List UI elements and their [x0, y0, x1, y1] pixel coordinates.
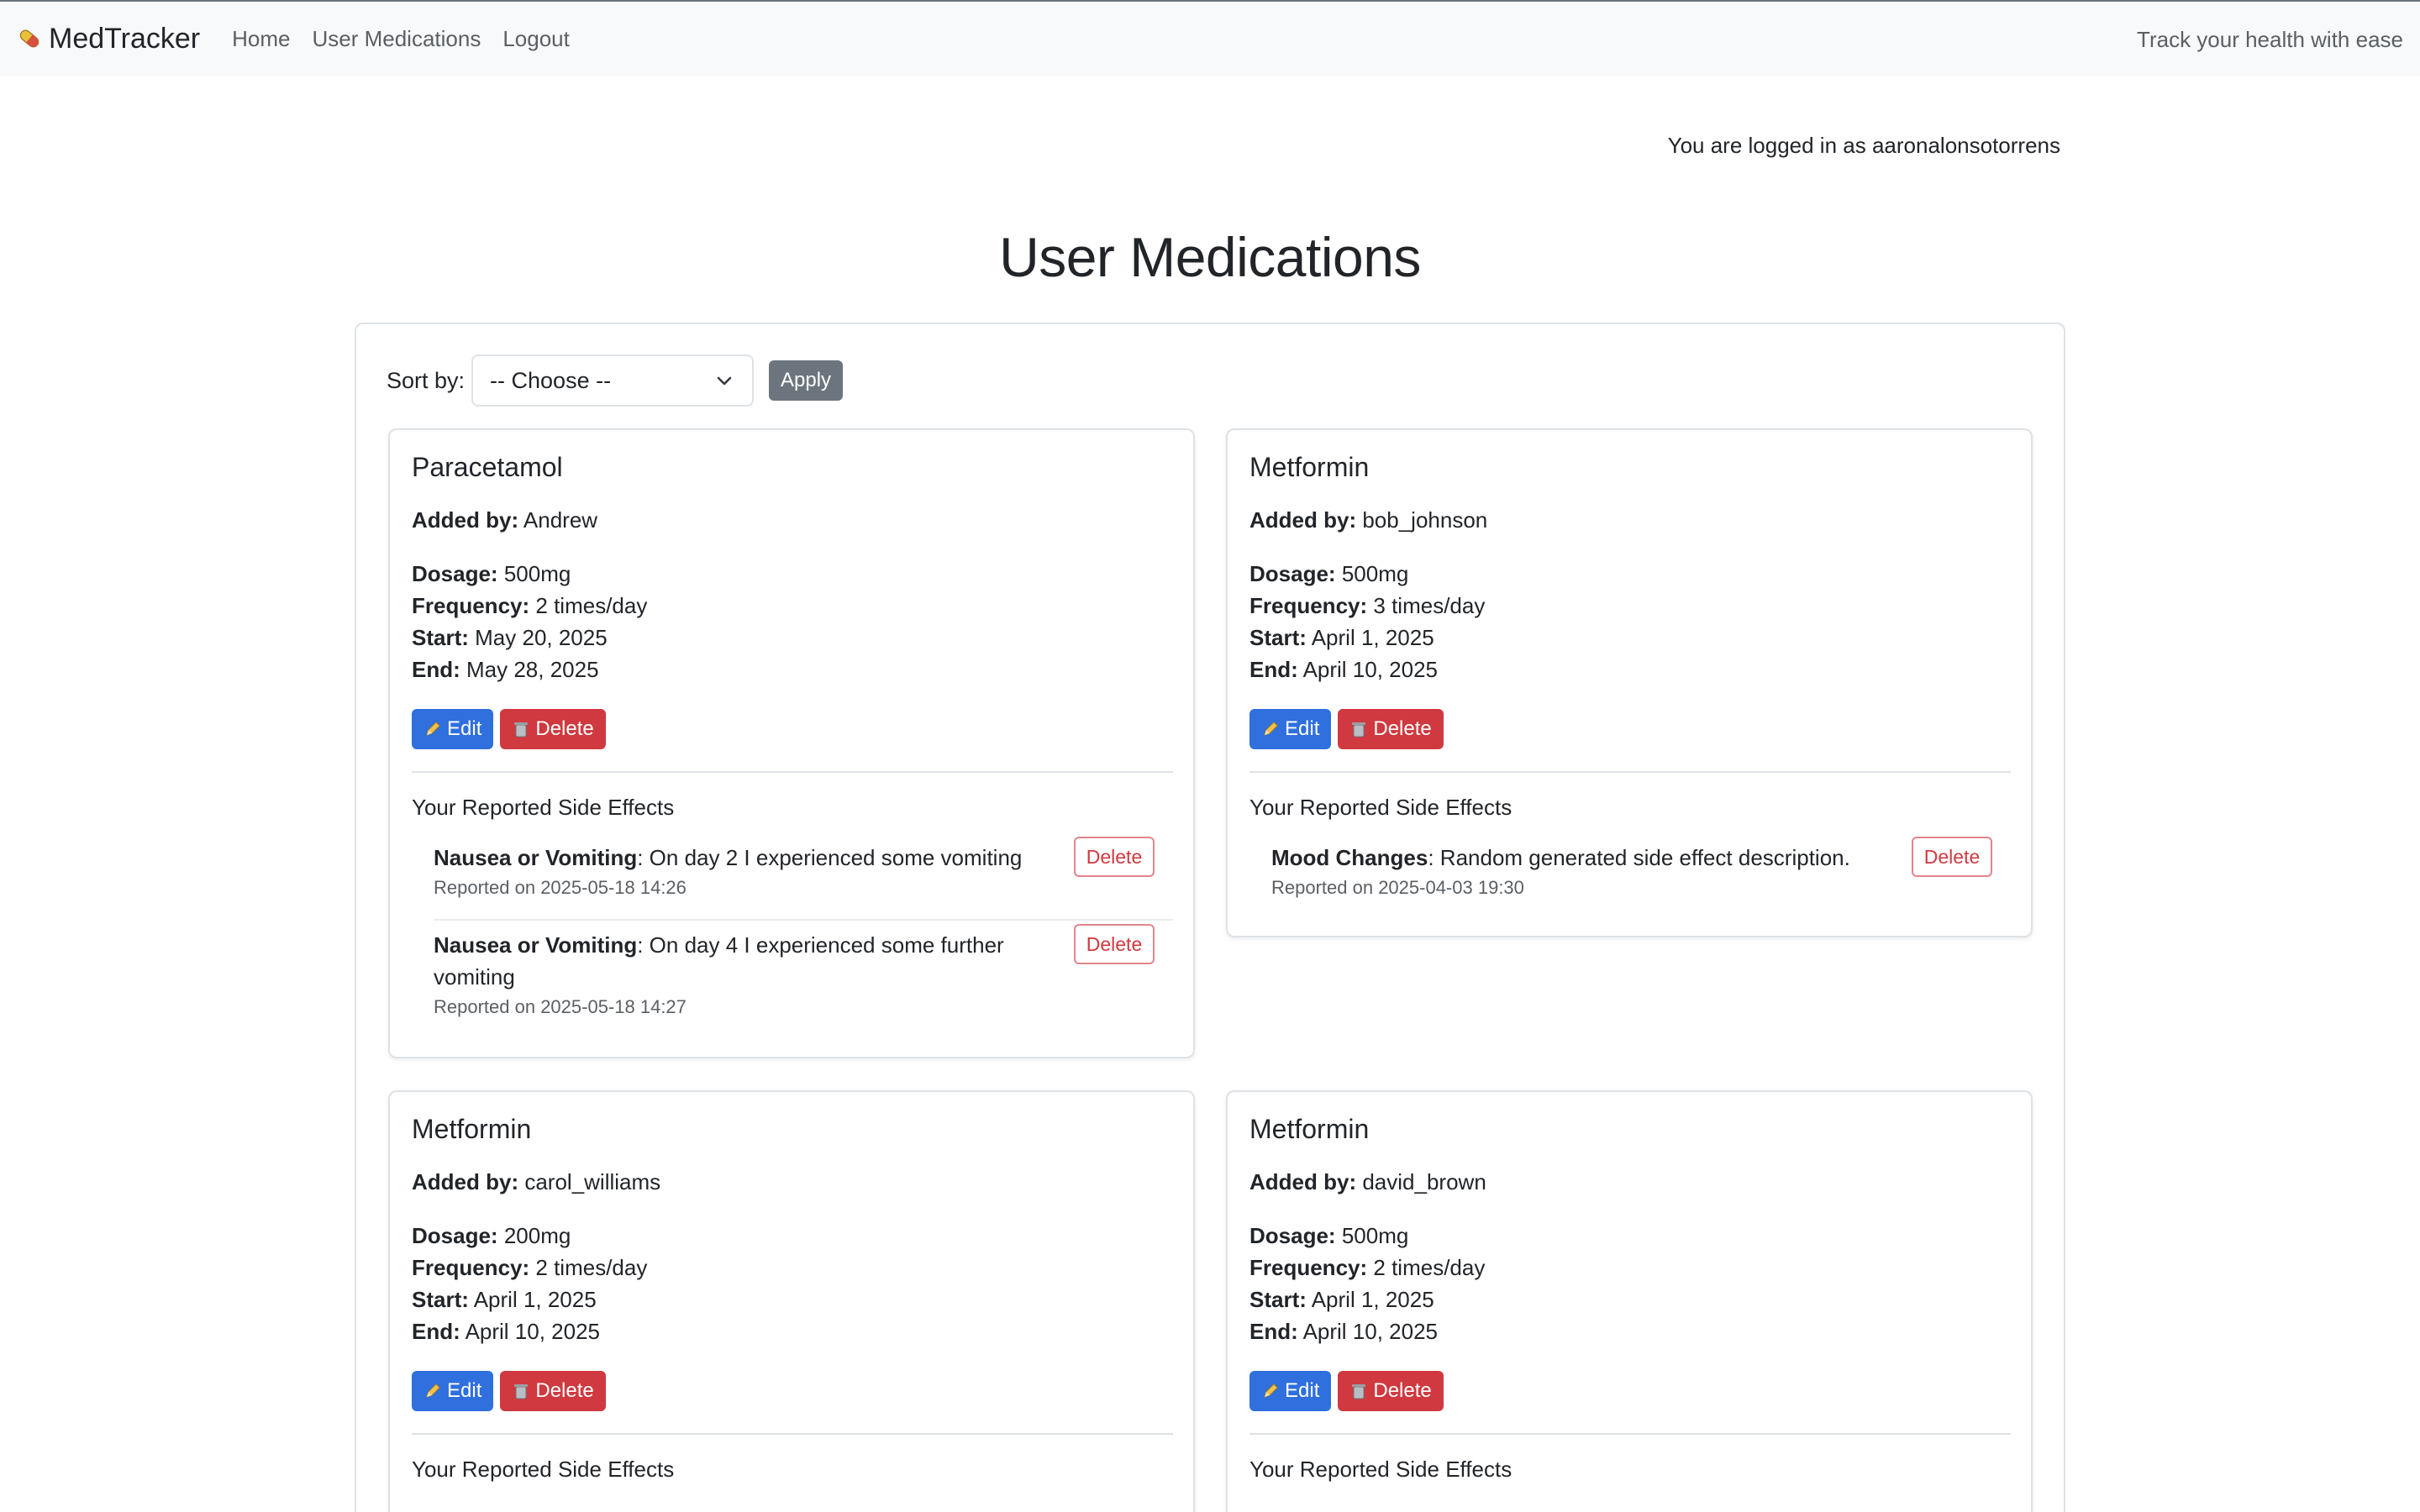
- side-effect-delete-button[interactable]: Delete: [1912, 837, 1992, 877]
- delete-button[interactable]: Delete: [1338, 709, 1444, 749]
- divider: [412, 1433, 1173, 1435]
- pencil-icon: [1261, 1382, 1280, 1400]
- apply-button[interactable]: Apply: [769, 360, 844, 401]
- end-date: End: April 10, 2025: [1249, 657, 1439, 682]
- side-effect-text: Nausea or Vomiting: On day 4 I experienc…: [434, 932, 1004, 990]
- trash-icon: [1349, 720, 1368, 738]
- edit-button[interactable]: Edit: [412, 709, 494, 749]
- side-effect-delete-button[interactable]: Delete: [1074, 837, 1155, 877]
- edit-button[interactable]: Edit: [1249, 1371, 1332, 1411]
- frequency: Frequency: 2 times/day: [412, 1255, 648, 1280]
- medication-card: Metformin Added by: bob_johnson Dosage: …: [1226, 428, 2033, 937]
- delete-button[interactable]: Delete: [500, 1371, 606, 1411]
- side-effect-date: Reported on 2025-04-03 19:30: [1271, 877, 1524, 898]
- medication-name: Paracetamol: [412, 452, 563, 482]
- delete-button[interactable]: Delete: [1338, 1371, 1444, 1411]
- nav-home[interactable]: Home: [232, 26, 290, 52]
- side-effect-item: Mood Changes: Random generated side effe…: [1271, 837, 1992, 899]
- side-effect-item: Nausea or Vomiting: On day 4 I experienc…: [434, 924, 1155, 1018]
- side-effect-separator: [434, 919, 1173, 921]
- frequency: Frequency: 3 times/day: [1249, 593, 1486, 618]
- medication-card: Metformin Added by: carol_williams Dosag…: [388, 1090, 1195, 1512]
- dosage: Dosage: 500mg: [1249, 1223, 1409, 1248]
- start-date: Start: April 1, 2025: [1249, 625, 1434, 650]
- navbar-tagline: Track your health with ease: [2137, 27, 2403, 52]
- added-by: Added by: bob_johnson: [1249, 507, 1488, 533]
- start-date: Start: May 20, 2025: [412, 625, 608, 650]
- pill-icon: [17, 26, 42, 51]
- pencil-icon: [1261, 720, 1280, 738]
- trash-icon: [512, 720, 530, 738]
- login-info: You are logged in as aaronalonsotorrens: [1667, 133, 2060, 158]
- start-date: Start: April 1, 2025: [1249, 1287, 1434, 1312]
- side-effect-item: Nausea or Vomiting: On day 2 I experienc…: [434, 837, 1155, 899]
- card-actions: Edit Delete: [1249, 709, 1444, 749]
- side-effect-delete-button[interactable]: Delete: [1074, 924, 1155, 964]
- card-actions: Edit Delete: [412, 1371, 606, 1411]
- chevron-down-icon: [717, 376, 732, 386]
- pencil-icon: [424, 1382, 442, 1400]
- side-effect-text: Nausea or Vomiting: On day 2 I experienc…: [434, 845, 1023, 870]
- side-effect-date: Reported on 2025-05-18 14:26: [434, 877, 687, 898]
- medication-card: Metformin Added by: david_brown Dosage: …: [1226, 1090, 2033, 1512]
- sort-select[interactable]: -- Choose --: [471, 354, 755, 407]
- side-effect-text: Mood Changes: Random generated side effe…: [1271, 845, 1850, 870]
- medication-name: Metformin: [1249, 1114, 1370, 1144]
- divider: [412, 771, 1173, 773]
- dosage: Dosage: 500mg: [412, 561, 571, 586]
- frequency: Frequency: 2 times/day: [1249, 1255, 1486, 1280]
- brand[interactable]: MedTracker: [17, 23, 200, 55]
- trash-icon: [1349, 1382, 1368, 1400]
- added-by: Added by: Andrew: [412, 507, 598, 533]
- end-date: End: May 28, 2025: [412, 657, 599, 682]
- navbar: MedTracker Home User Medications Logout …: [0, 0, 2420, 76]
- delete-button[interactable]: Delete: [500, 709, 606, 749]
- dosage: Dosage: 200mg: [412, 1223, 571, 1248]
- added-by: Added by: david_brown: [1249, 1169, 1486, 1194]
- start-date: Start: April 1, 2025: [412, 1287, 597, 1312]
- sort-label: Sort by:: [387, 367, 466, 393]
- sort-select-value: -- Choose --: [490, 367, 612, 393]
- pencil-icon: [424, 720, 442, 738]
- side-effects-title: Your Reported Side Effects: [1249, 795, 1512, 820]
- medication-card: Paracetamol Added by: Andrew Dosage: 500…: [388, 428, 1195, 1058]
- divider: [1249, 771, 2011, 773]
- side-effects-title: Your Reported Side Effects: [412, 795, 675, 820]
- medication-name: Metformin: [412, 1114, 532, 1144]
- side-effects-title: Your Reported Side Effects: [1249, 1457, 1512, 1482]
- side-effect-date: Reported on 2025-05-18 14:27: [434, 996, 687, 1017]
- brand-name: MedTracker: [49, 22, 201, 55]
- sort-bar: Sort by: -- Choose -- Apply: [387, 354, 844, 407]
- nav-user-medications[interactable]: User Medications: [312, 26, 481, 52]
- medication-name: Metformin: [1249, 452, 1370, 482]
- trash-icon: [512, 1382, 530, 1400]
- edit-button[interactable]: Edit: [1249, 709, 1332, 749]
- end-date: End: April 10, 2025: [412, 1319, 601, 1344]
- card-actions: Edit Delete: [1249, 1371, 1444, 1411]
- edit-button[interactable]: Edit: [412, 1371, 494, 1411]
- added-by: Added by: carol_williams: [412, 1169, 661, 1194]
- nav-logout[interactable]: Logout: [502, 26, 570, 52]
- card-actions: Edit Delete: [412, 709, 606, 749]
- page-title: User Medications: [999, 226, 1421, 288]
- frequency: Frequency: 2 times/day: [412, 593, 648, 618]
- dosage: Dosage: 500mg: [1249, 561, 1409, 586]
- end-date: End: April 10, 2025: [1249, 1319, 1439, 1344]
- side-effects-title: Your Reported Side Effects: [412, 1457, 675, 1482]
- divider: [1249, 1433, 2011, 1435]
